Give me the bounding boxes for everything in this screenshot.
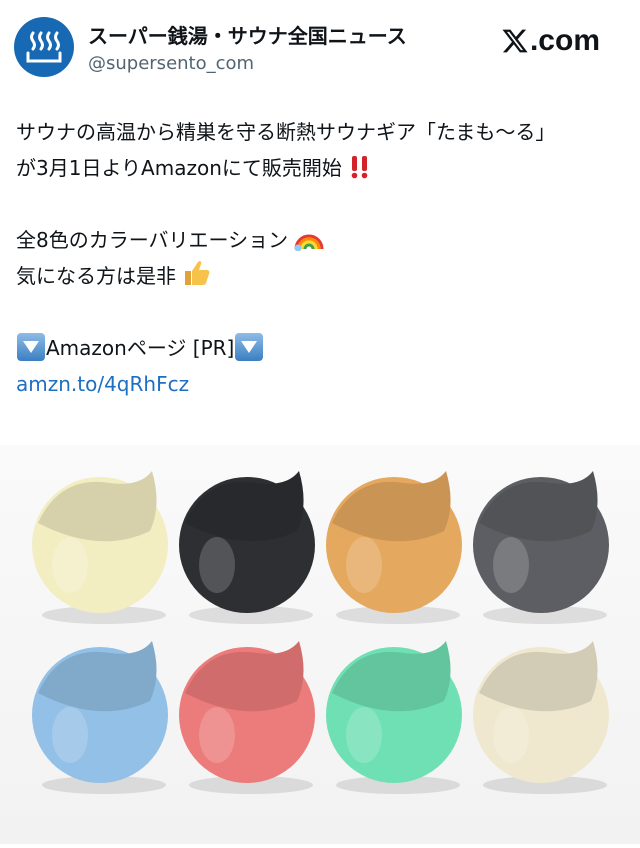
tweet-line-text: 全8色のカラーバリエーション <box>16 228 289 252</box>
tweet-line: 気になる方は是非 <box>16 258 628 294</box>
x-logo-icon <box>502 29 528 53</box>
tweet-line: Amazonページ [PR] <box>16 330 628 366</box>
down-arrow-box-icon <box>235 333 264 361</box>
user-handle[interactable]: @supersento_com <box>88 52 407 76</box>
thumbs-up-icon <box>185 261 210 285</box>
avatar[interactable] <box>14 17 74 77</box>
display-name[interactable]: スーパー銭湯・サウナ全国ニュース <box>88 24 407 48</box>
product-cup <box>326 641 462 794</box>
tweet-line-text: 気になる方は是非 <box>16 264 176 288</box>
product-cups-image <box>32 471 609 794</box>
tweet-line: サウナの高温から精巣を守る断熱サウナギア「たまも〜る」 <box>16 120 556 144</box>
product-photo[interactable] <box>0 445 640 844</box>
x-com-logo[interactable]: .com <box>501 24 600 58</box>
tweet-text: サウナの高温から精巣を守る断熱サウナギア「たまも〜る」 が3月1日よりAmazo… <box>16 114 628 402</box>
tweet-line-text: Amazonページ [PR] <box>46 336 235 360</box>
product-cup <box>32 471 168 624</box>
amazon-link[interactable]: amzn.to/4qRhFcz <box>16 366 628 402</box>
product-cup <box>179 641 315 794</box>
tweet-line: が3月1日よりAmazonにて販売開始 <box>16 150 628 186</box>
rainbow-icon <box>294 234 324 251</box>
double-exclamation-icon <box>351 156 368 179</box>
product-cup <box>473 471 609 624</box>
product-cup <box>473 641 609 794</box>
hot-spring-icon <box>26 31 62 63</box>
tweet-header: スーパー銭湯・サウナ全国ニュース @supersento_com .com <box>14 12 626 78</box>
tweet-line-text: が3月1日よりAmazonにて販売開始 <box>16 156 342 180</box>
down-arrow-box-icon <box>17 333 45 361</box>
product-cup <box>326 471 462 624</box>
x-com-domain: .com <box>529 24 600 57</box>
tweet-line: 全8色のカラーバリエーション <box>16 222 628 258</box>
product-cup <box>179 471 315 624</box>
product-cup <box>32 641 168 794</box>
